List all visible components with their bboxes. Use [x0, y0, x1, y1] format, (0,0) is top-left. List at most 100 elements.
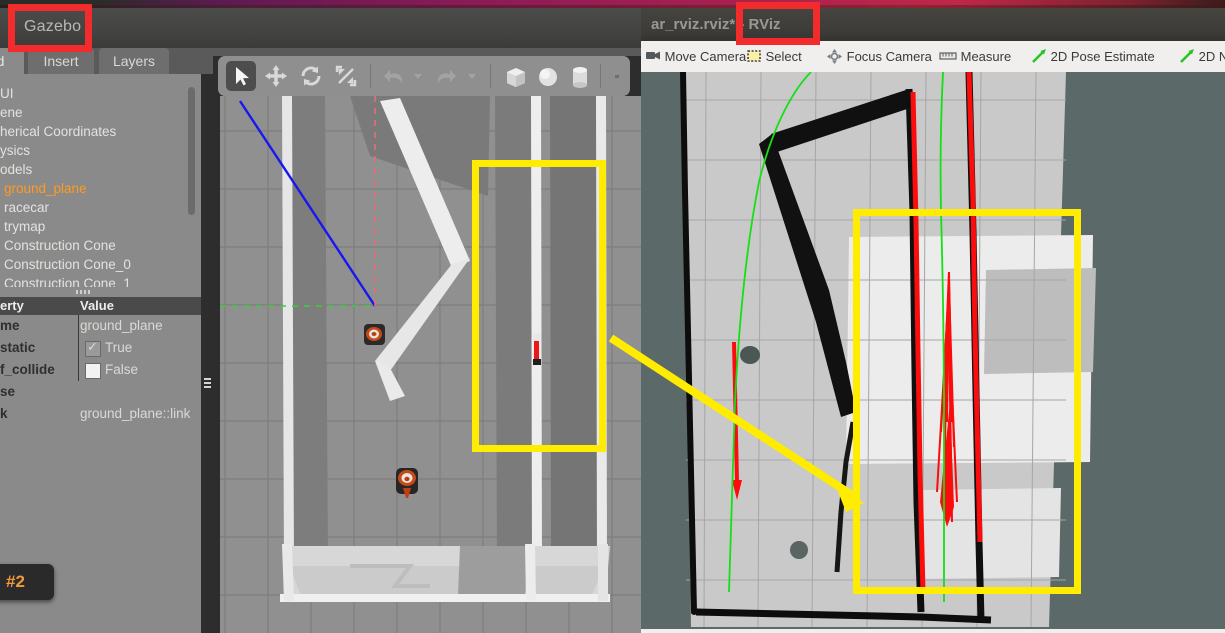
world-tree[interactable]: UI ene herical Coordinates ysics odels g…	[0, 74, 201, 291]
floor-edge	[280, 594, 610, 602]
status-badge: #2	[0, 564, 54, 600]
more-tools-button[interactable]	[608, 61, 626, 91]
toolbar-2d-pose-estimate[interactable]: 2D Pose Estimate	[1031, 46, 1155, 68]
cell-divider	[78, 337, 79, 359]
undo-dropdown-button[interactable]	[410, 61, 426, 91]
badge-hash: #2	[6, 572, 25, 591]
construction-cone-2	[396, 468, 418, 498]
splitter-grip-icon	[76, 290, 90, 294]
rviz-titlebar[interactable]: ar_rviz.rviz* - RViz	[641, 8, 1225, 41]
rviz-title-highlight	[736, 2, 820, 45]
undo-button[interactable]	[379, 61, 409, 91]
chevron-down-icon	[468, 74, 476, 79]
tree-item-construction-cone[interactable]: Construction Cone	[4, 236, 116, 255]
table-row[interactable]: f_collide False	[0, 359, 201, 382]
rail-left-bottom	[282, 544, 294, 601]
camera-move-icon	[646, 51, 660, 60]
property-table: erty Value me ground_plane static True	[0, 297, 201, 425]
obstacle-marker-2	[790, 541, 808, 559]
tab-insert[interactable]: Insert	[28, 48, 94, 75]
move-arrows-icon	[265, 65, 287, 87]
redo-button[interactable]	[431, 61, 461, 91]
translate-tool-button[interactable]	[261, 61, 291, 91]
tab-layers[interactable]: Layers	[99, 48, 169, 75]
splitter-grip-icon	[204, 378, 211, 389]
property-value: False	[105, 362, 139, 377]
tree-item-scene[interactable]: ene	[0, 103, 23, 122]
property-value: True	[105, 340, 133, 355]
sphere-icon	[539, 68, 557, 86]
dot-icon	[615, 75, 619, 78]
rail-mid-bottom	[525, 544, 536, 601]
box-icon	[507, 68, 525, 87]
tree-item-spherical-coordinates[interactable]: herical Coordinates	[0, 122, 116, 141]
table-row[interactable]: static True	[0, 337, 201, 360]
tree-item-physics[interactable]: ysics	[0, 141, 30, 160]
property-key: f_collide	[0, 362, 55, 377]
redo-arrow-icon	[437, 70, 456, 84]
construction-cone-1	[364, 324, 385, 345]
toolbar-separator	[490, 64, 491, 88]
column-header-property: erty	[0, 298, 24, 313]
tree-item-trymap[interactable]: trymap	[4, 217, 45, 236]
toolbar-move-camera[interactable]: Move Camera	[645, 46, 746, 68]
rotate-tool-button[interactable]	[296, 61, 326, 91]
gazebo-left-dock: UI ene herical Coordinates ysics odels g…	[0, 74, 201, 633]
green-arrow-icon	[1032, 49, 1046, 63]
rviz-status-bar	[641, 629, 1225, 633]
checkbox-static[interactable]	[85, 339, 101, 357]
undo-arrow-icon	[384, 70, 403, 84]
selection-box-icon	[747, 50, 761, 62]
insert-box-button[interactable]	[501, 61, 531, 91]
tree-item-racecar[interactable]: racecar	[4, 198, 49, 217]
property-key: k	[0, 406, 8, 421]
cylinder-icon	[573, 67, 587, 88]
gazebo-titlebar[interactable]: Gazebo	[0, 8, 641, 48]
chevron-down-icon	[414, 74, 422, 79]
toolbar-label: Focus Camera	[846, 49, 932, 64]
tree-item-gui[interactable]: UI	[0, 84, 14, 103]
property-key: se	[0, 384, 16, 399]
table-row[interactable]: me ground_plane	[0, 315, 201, 338]
rotate-icon	[301, 66, 321, 86]
obstacle-marker-1	[740, 346, 760, 364]
rviz-region-highlight	[853, 209, 1081, 594]
green-arrow-icon	[1180, 49, 1194, 63]
world-tree-scrollbar[interactable]	[188, 87, 195, 215]
toolbar-measure[interactable]: Measure	[939, 46, 1011, 68]
screen: Gazebo ld Insert Layers UI ene herical C…	[0, 0, 1225, 633]
tree-property-splitter[interactable]	[0, 287, 201, 297]
floor-plate-shadow	[290, 566, 605, 594]
tree-item-models[interactable]: odels	[0, 160, 32, 179]
rail-right-bottom	[598, 544, 608, 601]
gazebo-title-highlight	[8, 4, 92, 52]
table-row[interactable]: se	[0, 381, 201, 404]
insert-cylinder-button[interactable]	[565, 61, 595, 91]
floor-plate-dark	[458, 546, 530, 596]
toolbar-label: Move Camera	[664, 49, 747, 64]
gazebo-vertical-splitter[interactable]	[201, 74, 213, 633]
property-key: me	[0, 318, 20, 333]
redo-dropdown-button[interactable]	[464, 61, 480, 91]
toolbar-separator	[600, 64, 601, 88]
cell-divider	[78, 359, 79, 381]
gazebo-region-highlight	[472, 160, 606, 452]
toolbar-focus-camera[interactable]: Focus Camera	[826, 46, 932, 68]
toolbar-label: 2D Pose Estimate	[1050, 49, 1155, 64]
select-tool-button[interactable]	[226, 61, 256, 91]
scale-icon	[335, 65, 357, 87]
insert-sphere-button[interactable]	[533, 61, 563, 91]
tree-item-ground-plane[interactable]: ground_plane	[4, 179, 87, 198]
property-value: ground_plane	[80, 318, 163, 333]
property-key: static	[0, 340, 36, 355]
checkbox-self-collide[interactable]	[85, 363, 101, 379]
property-table-header: erty Value	[0, 297, 201, 315]
ruler-icon	[939, 52, 957, 60]
tab-world[interactable]: ld	[0, 48, 24, 75]
tree-item-construction-cone-0[interactable]: Construction Cone_0	[4, 255, 131, 274]
toolbar-select[interactable]: Select	[746, 46, 802, 68]
scale-tool-button[interactable]	[331, 61, 361, 91]
cell-divider	[78, 315, 79, 337]
toolbar-2d-nav-goal[interactable]: 2D Nav	[1179, 46, 1225, 68]
gazebo-toolbar	[218, 56, 630, 96]
